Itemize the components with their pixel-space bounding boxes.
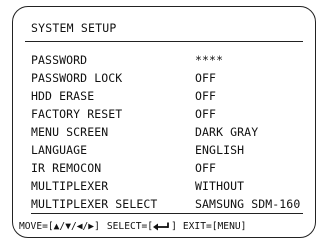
title-divider — [25, 41, 303, 42]
menu-item-value[interactable]: OFF — [195, 71, 315, 85]
menu-item-value[interactable]: OFF — [195, 161, 315, 175]
move-hint-prefix: MOVE=[ — [19, 221, 54, 232]
menu-item-label: PASSWORD LOCK — [31, 71, 123, 85]
menu-item-label: HDD ERASE — [31, 89, 95, 103]
move-hint-suffix: ] — [94, 221, 100, 232]
select-hint-suffix: ] — [171, 221, 177, 232]
menu-item-value[interactable]: WITHOUT — [195, 179, 315, 193]
menu-item-hdd-erase[interactable]: HDD ERASE OFF — [31, 87, 315, 105]
key-help-bar: MOVE=[▲/▼/◀/▶] SELECT=[] EXIT=[MENU] — [19, 221, 309, 232]
menu-item-label: MULTIPLEXER — [31, 179, 109, 193]
select-hint: SELECT=[] — [107, 221, 177, 232]
menu-item-multiplexer[interactable]: MULTIPLEXER WITHOUT — [31, 177, 315, 195]
menu-item-password-lock[interactable]: PASSWORD LOCK OFF — [31, 69, 315, 87]
exit-hint: EXIT=[MENU] — [182, 221, 247, 232]
menu-item-menu-screen[interactable]: MENU SCREEN DARK GRAY — [31, 123, 315, 141]
menu-item-multiplexer-select[interactable]: MULTIPLEXER SELECT SAMSUNG SDM-160 — [31, 195, 303, 214]
menu-item-password[interactable]: PASSWORD **** — [31, 51, 315, 69]
select-hint-prefix: SELECT=[ — [106, 221, 154, 232]
move-hint: MOVE=[▲/▼/◀/▶] — [19, 221, 100, 232]
menu-item-value[interactable]: OFF — [195, 89, 315, 103]
menu-item-label: LANGUAGE — [31, 143, 88, 157]
enter-icon — [153, 222, 169, 231]
menu-item-ir-remocon[interactable]: IR REMOCON OFF — [31, 159, 315, 177]
menu-item-language[interactable]: LANGUAGE ENGLISH — [31, 141, 315, 159]
menu-item-label: FACTORY RESET — [31, 107, 123, 121]
menu-item-value[interactable]: ENGLISH — [195, 143, 315, 157]
menu-item-factory-reset[interactable]: FACTORY RESET OFF — [31, 105, 315, 123]
menu-item-value[interactable]: **** — [195, 53, 315, 67]
arrow-keys-icon: ▲/▼/◀/▶ — [53, 221, 95, 232]
menu-item-value[interactable]: SAMSUNG SDM-160 — [195, 197, 303, 211]
menu-item-value[interactable]: OFF — [195, 107, 315, 121]
menu-item-label: MENU SCREEN — [31, 125, 109, 139]
menu-item-label: PASSWORD — [31, 53, 88, 67]
menu-item-label: IR REMOCON — [31, 161, 102, 175]
menu-list: PASSWORD **** PASSWORD LOCK OFF HDD ERAS… — [31, 51, 315, 214]
menu-item-label: MULTIPLEXER SELECT — [31, 197, 158, 211]
menu-title: SYSTEM SETUP — [31, 21, 117, 35]
osd-menu-screen: SYSTEM SETUP PASSWORD **** PASSWORD LOCK… — [12, 6, 316, 238]
menu-item-value[interactable]: DARK GRAY — [195, 125, 315, 139]
